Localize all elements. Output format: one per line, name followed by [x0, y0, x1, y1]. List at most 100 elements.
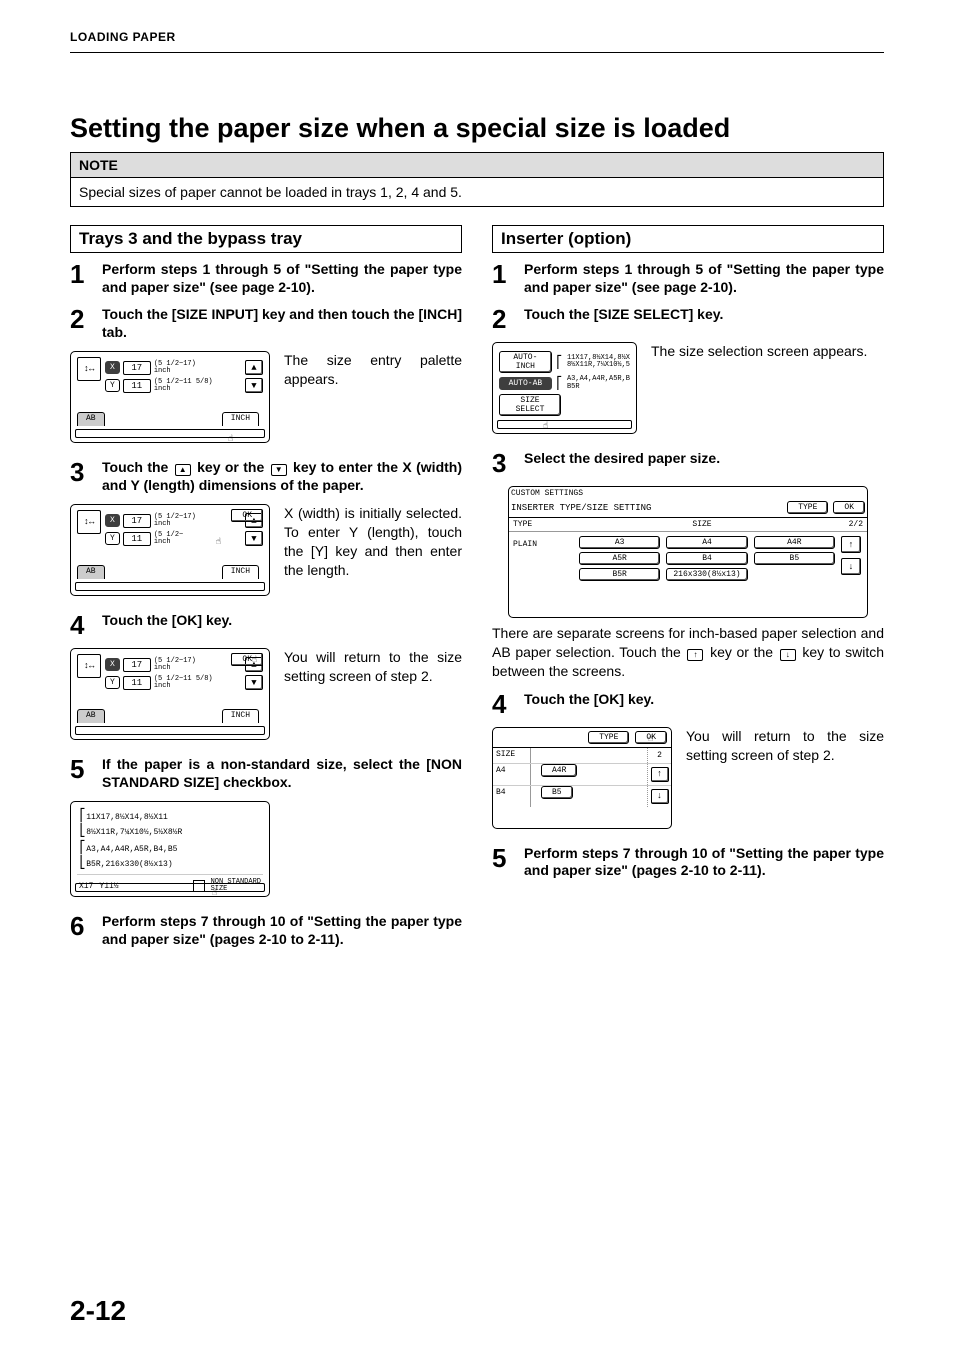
bracket-icon: ⎡	[556, 376, 563, 391]
tab-inch[interactable]: INCH	[222, 412, 259, 426]
page-down-icon[interactable]: ↓	[651, 789, 669, 804]
size-option[interactable]: B5	[754, 552, 835, 565]
step-text: Touch the [OK] key.	[524, 691, 884, 717]
y-key[interactable]: Y	[105, 532, 120, 545]
arrow-down-icon[interactable]: ▼	[245, 675, 263, 690]
size-option[interactable]: A4R	[541, 764, 577, 777]
section-heading-left: Trays 3 and the bypass tray	[70, 225, 462, 253]
tab-ab[interactable]: AB	[77, 412, 105, 426]
size-option[interactable]: B5	[541, 786, 573, 799]
size-select-button[interactable]: SIZE SELECT	[499, 394, 561, 416]
touch-hand-icon: ☝	[212, 888, 217, 898]
left-step-3: 3 Touch the ▲ key or the ▼ key to enter …	[70, 459, 462, 494]
size-option[interactable]: B5R	[579, 568, 660, 581]
return-screen: TYPE OK SIZE 2 A4 A4R ↑ B4	[492, 727, 672, 829]
axis-icon: ↕↔	[77, 510, 101, 534]
size-palette-screen-2: OK ↕↔ X 17 (5 1/2~17) inch ▲	[70, 504, 270, 596]
right-step-4: 4 Touch the [OK] key.	[492, 691, 884, 717]
size-cell: A4	[493, 764, 531, 785]
size-option[interactable]: 216x330(8½x13)	[666, 568, 747, 581]
size-option[interactable]: B4	[666, 552, 747, 565]
step-text: If the paper is a non-standard size, sel…	[102, 756, 462, 791]
column-size: SIZE	[493, 748, 531, 763]
step-number: 3	[492, 450, 514, 476]
arrow-down-icon[interactable]: ▼	[245, 378, 263, 393]
auto-inch-button[interactable]: AUTO-INCH	[499, 351, 552, 373]
size-option[interactable]: A4R	[754, 536, 835, 549]
step3-note: There are separate screens for inch-base…	[492, 624, 884, 681]
page-down-icon: ↓	[780, 649, 796, 661]
page-up-icon[interactable]: ↑	[651, 767, 669, 782]
column-type: TYPE	[513, 520, 573, 529]
page-up-icon[interactable]: ↑	[841, 536, 861, 553]
left-step-2: 2 Touch the [SIZE INPUT] key and then to…	[70, 306, 462, 341]
page-up-icon: ↑	[687, 649, 703, 661]
step-text: Touch the [OK] key.	[102, 612, 462, 638]
column-size: SIZE	[573, 520, 831, 529]
auto-select-screen: AUTO-INCH ⎡ 11X17,8½X14,8½X 8½X11R,7¼X10½,…	[492, 342, 637, 434]
tab-inch[interactable]: INCH	[222, 709, 259, 723]
page-number: 2-12	[70, 1295, 126, 1327]
x-hint: (5 1/2~17) inch	[154, 361, 196, 375]
y-key[interactable]: Y	[105, 676, 120, 689]
x-hint: (5 1/2~17) inch	[154, 514, 196, 528]
size-cell: B4	[493, 786, 531, 807]
y-key[interactable]: Y	[105, 379, 120, 392]
y-hint: (5 1/2~11 5/8) inch	[154, 379, 213, 393]
right-step-3: 3 Select the desired paper size.	[492, 450, 884, 476]
page-indicator: 2/2	[831, 520, 863, 529]
tray-indicator	[75, 429, 265, 438]
page-title: Setting the paper size when a special si…	[70, 113, 884, 144]
left-step-5: 5 If the paper is a non-standard size, s…	[70, 756, 462, 791]
size-option[interactable]: A3	[579, 536, 660, 549]
note-box: NOTE Special sizes of paper cannot be lo…	[70, 152, 884, 207]
touch-hand-icon: ☝	[252, 655, 257, 665]
step-desc: X (width) is initially selected. To ente…	[284, 504, 462, 596]
auto-ab-button[interactable]: AUTO-AB	[499, 377, 552, 390]
step-number: 1	[70, 261, 92, 296]
section-heading-right: Inserter (option)	[492, 225, 884, 253]
arrow-down-icon[interactable]: ▼	[245, 531, 263, 546]
tab-inch[interactable]: INCH	[222, 565, 259, 579]
step-desc: You will return to the size setting scre…	[284, 648, 462, 740]
left-step-1: 1 Perform steps 1 through 5 of "Setting …	[70, 261, 462, 296]
running-head: LOADING PAPER	[70, 30, 884, 44]
step-text: Perform steps 7 through 10 of "Setting t…	[102, 913, 462, 948]
right-step-1: 1 Perform steps 1 through 5 of "Setting …	[492, 261, 884, 296]
ok-button[interactable]: OK	[231, 509, 263, 522]
step-text: Touch the ▲ key or the ▼ key to enter th…	[102, 459, 462, 494]
size-option[interactable]: A4	[666, 536, 747, 549]
note-body: Special sizes of paper cannot be loaded …	[71, 178, 883, 206]
auto-inch-list: 11X17,8½X14,8½X 8½X11R,7¼X10½,5	[567, 355, 630, 370]
x-key[interactable]: X	[105, 361, 120, 374]
touch-hand-icon: ☝	[228, 434, 233, 444]
size-option[interactable]: A5R	[579, 552, 660, 565]
left-column: Trays 3 and the bypass tray 1 Perform st…	[70, 225, 462, 958]
auto-ab-list: A3,A4,A4R,A5R,B B5R	[567, 376, 630, 391]
touch-hand-icon: ☝	[648, 734, 653, 744]
ok-button[interactable]: OK	[231, 653, 263, 666]
axis-icon: ↕↔	[77, 654, 101, 678]
x-value: 17	[123, 514, 151, 528]
arrow-up-icon[interactable]: ▲	[245, 360, 263, 375]
type-button[interactable]: TYPE	[588, 731, 629, 744]
tab-ab[interactable]: AB	[77, 709, 105, 723]
x-key[interactable]: X	[105, 658, 120, 671]
type-button[interactable]: TYPE	[787, 501, 828, 514]
inserter-title: INSERTER TYPE/SIZE SETTING	[511, 503, 651, 513]
page-down-icon[interactable]: ↓	[841, 558, 861, 575]
step-number: 3	[70, 459, 92, 494]
bracket-icon: ⎡	[556, 355, 563, 370]
tab-ab[interactable]: AB	[77, 565, 105, 579]
step-number: 1	[492, 261, 514, 296]
step-number: 4	[70, 612, 92, 638]
right-column: Inserter (option) 1 Perform steps 1 thro…	[492, 225, 884, 958]
x-value: 17	[123, 361, 151, 375]
step-number: 2	[70, 306, 92, 341]
x-key[interactable]: X	[105, 514, 120, 527]
inserter-settings-screen: CUSTOM SETTINGS INSERTER TYPE/SIZE SETTI…	[508, 486, 868, 618]
step-desc: The size selection screen appears.	[651, 342, 884, 434]
ok-button[interactable]: OK	[833, 501, 865, 514]
step-text: Perform steps 7 through 10 of "Setting t…	[524, 845, 884, 880]
type-plain: PLAIN	[513, 536, 573, 581]
